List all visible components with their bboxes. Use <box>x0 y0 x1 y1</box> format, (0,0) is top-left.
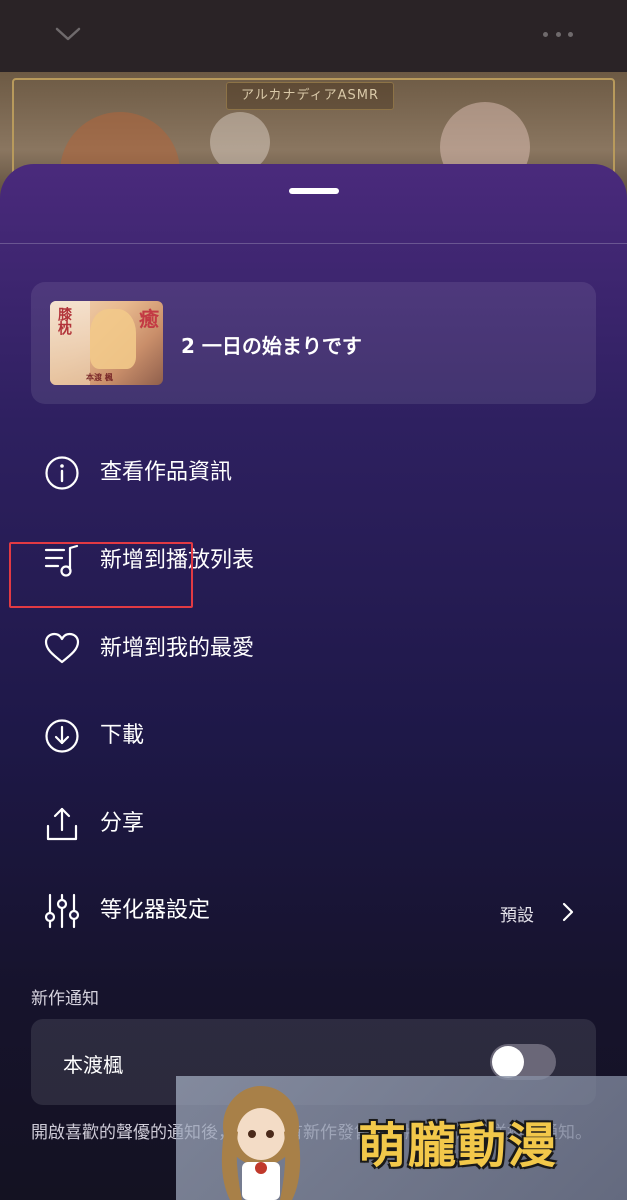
notify-toggle[interactable] <box>490 1044 556 1080</box>
thumb-text-left: 膝枕 <box>56 307 72 335</box>
track-title: 2 一日の始まりです <box>181 334 362 358</box>
menu-item-equalizer[interactable]: 等化器設定 預設 <box>0 871 627 951</box>
equalizer-icon <box>44 893 80 929</box>
thumb-text-mid: 癒 <box>139 307 159 331</box>
sheet-handle[interactable] <box>289 188 339 194</box>
menu-item-download[interactable]: 下載 <box>0 696 627 776</box>
artist-name: 本渡楓 <box>63 1053 123 1077</box>
new-release-section-title: 新作通知 <box>31 989 99 1009</box>
toggle-knob <box>492 1046 524 1078</box>
watermark-overlay: 萌朧動漫 <box>176 1076 627 1200</box>
menu-item-share[interactable]: 分享 <box>0 784 627 864</box>
info-circle-icon <box>45 456 79 490</box>
chevron-right-icon <box>562 902 574 922</box>
action-sheet: 膝枕 癒 本渡 楓 2 一日の始まりです 查看作品資訊 新增到播放列表 新增到我… <box>0 164 627 1200</box>
menu-label-download: 下載 <box>100 723 145 748</box>
menu-label-info: 查看作品資訊 <box>100 460 233 485</box>
heart-icon <box>44 632 80 664</box>
divider <box>0 243 627 244</box>
menu-label-equalizer: 等化器設定 <box>100 898 211 923</box>
watermark-text: 萌朧動漫 <box>358 1118 559 1174</box>
cover-banner: アルカナディアASMR <box>226 82 394 110</box>
track-thumbnail: 膝枕 癒 本渡 楓 <box>50 301 163 385</box>
chevron-down-icon[interactable] <box>54 24 82 44</box>
download-circle-icon <box>45 719 79 753</box>
menu-item-add-favorite[interactable]: 新增到我的最愛 <box>0 609 627 689</box>
menu-label-share: 分享 <box>100 811 145 836</box>
track-card: 膝枕 癒 本渡 楓 2 一日の始まりです <box>31 282 596 404</box>
more-options-icon[interactable] <box>543 30 573 38</box>
thumb-text-author: 本渡 楓 <box>86 373 113 382</box>
mascot-illustration <box>221 1086 301 1200</box>
menu-item-info[interactable]: 查看作品資訊 <box>0 433 627 513</box>
download-highlight-box <box>9 542 193 608</box>
share-icon <box>46 807 78 841</box>
equalizer-preset-value: 預設 <box>500 906 534 926</box>
player-top-bar <box>0 0 627 72</box>
menu-label-add-favorite: 新增到我的最愛 <box>100 636 255 661</box>
